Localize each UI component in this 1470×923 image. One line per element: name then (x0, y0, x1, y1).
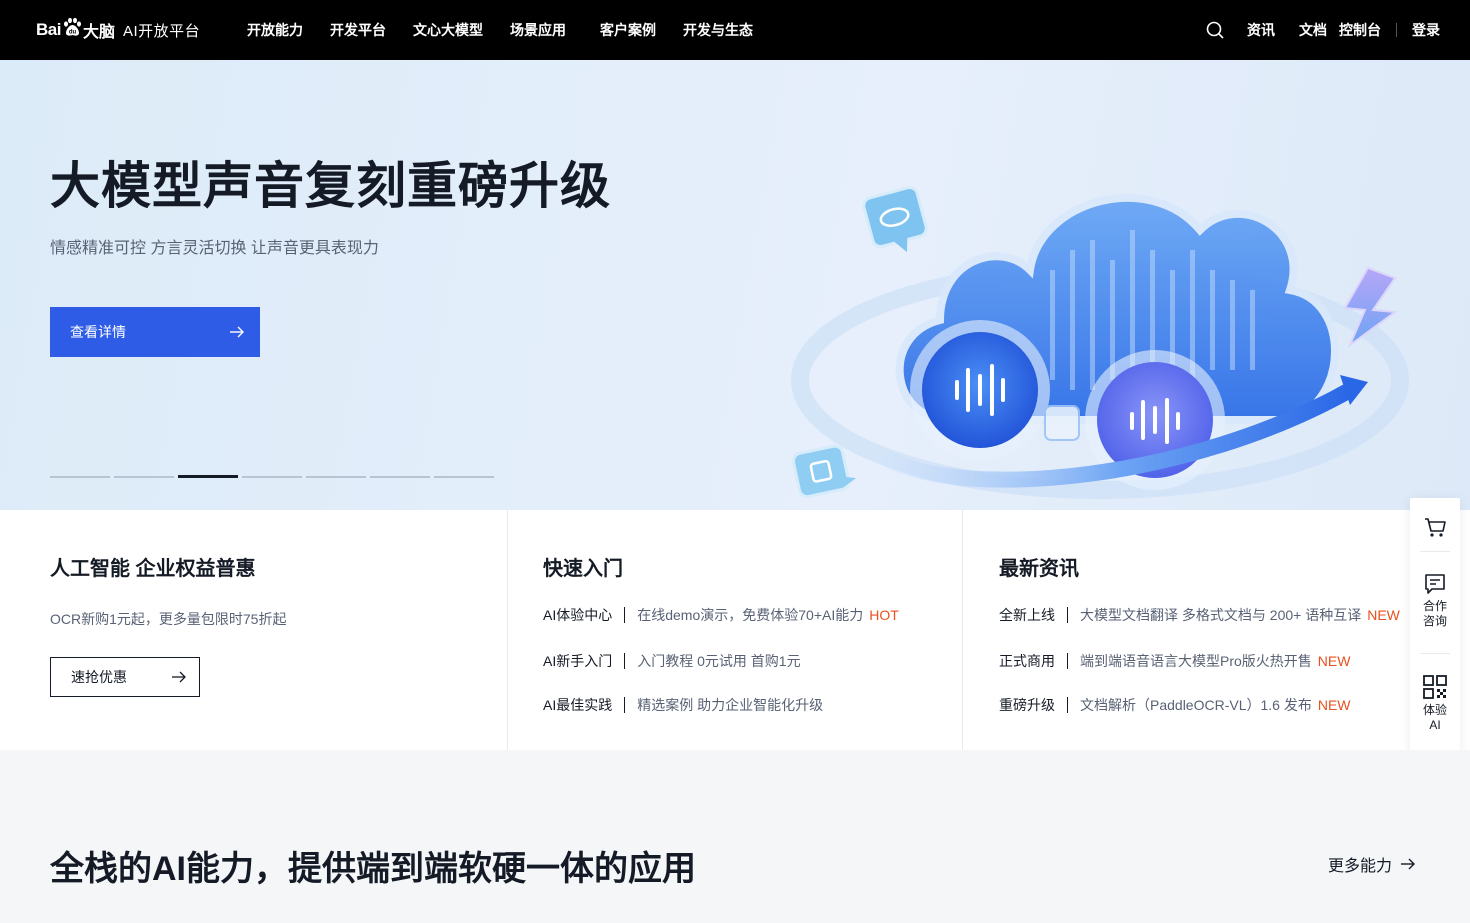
promo-card-desc: OCR新购1元起，更多量包限时75折起 (50, 611, 287, 627)
hero-banner: 大模型声音复刻重磅升级 情感精准可控 方言灵活切换 让声音更具表现力 查看详情 (0, 60, 1470, 510)
grab-discount-button[interactable]: 速抢优惠 (50, 657, 200, 697)
new-tag: NEW (1317, 653, 1351, 669)
panel-divider (1420, 551, 1450, 552)
try-ai-label-1: 体验 (1422, 703, 1447, 717)
arrow-right-icon (1401, 858, 1416, 870)
search-icon[interactable] (1205, 20, 1225, 40)
more-capabilities-label: 更多能力 (1328, 858, 1393, 875)
consult-label-2: 咨询 (1422, 614, 1447, 628)
news-row[interactable]: 重磅升级 文档解析（PaddleOCR-VL）1.6 发布 NEW (999, 695, 1351, 715)
row-value: 大模型文档翻译 多格式文档与 200+ 语种互译 (1080, 607, 1362, 623)
quick-start-row[interactable]: AI最佳实践 精选案例 助力企业智能化升级 (543, 695, 823, 715)
nav-news-link[interactable]: 资讯 (1247, 20, 1275, 40)
carousel-dot[interactable] (306, 476, 366, 478)
carousel-dot[interactable] (242, 476, 302, 478)
nav-item-customer-cases[interactable]: 客户案例 (600, 20, 656, 40)
baidu-ai-logo[interactable]: Bai du 大脑 AI开放平台 (36, 14, 200, 46)
qr-code-icon (1423, 675, 1447, 699)
nav-item-open-capabilities[interactable]: 开放能力 (247, 20, 303, 40)
new-tag: NEW (1317, 697, 1351, 713)
more-capabilities-link[interactable]: 更多能力 (1328, 852, 1416, 876)
row-value: 在线demo演示，免费体验70+AI能力 (637, 607, 864, 623)
arrow-right-icon (172, 671, 186, 683)
quick-start-row[interactable]: AI体验中心 在线demo演示，免费体验70+AI能力 HOT (543, 605, 899, 625)
new-tag: NEW (1367, 607, 1400, 623)
row-key: 全新上线 (999, 607, 1055, 623)
try-ai-button[interactable]: 体验 AI (1410, 674, 1460, 733)
hero-subtitle: 情感精准可控 方言灵活切换 让声音更具表现力 (50, 240, 379, 257)
nav-item-dev-ecosystem[interactable]: 开发与生态 (683, 20, 753, 40)
voice-cloud-illustration (791, 186, 1409, 499)
consult-label-1: 合作 (1422, 599, 1447, 613)
info-cards: 人工智能 企业权益普惠 OCR新购1元起，更多量包限时75折起 速抢优惠 快速入… (0, 510, 1470, 750)
carousel-dot-active[interactable] (178, 475, 238, 478)
row-key: AI体验中心 (543, 607, 613, 623)
row-divider (1067, 697, 1068, 713)
row-value: 精选案例 助力企业智能化升级 (637, 697, 824, 713)
cart-icon (1425, 518, 1446, 537)
quick-start-row[interactable]: AI新手入门 入门教程 0元试用 首购1元 (543, 651, 801, 671)
arrow-right-icon (230, 326, 244, 338)
hot-tag: HOT (869, 607, 899, 623)
row-divider (1067, 653, 1068, 669)
row-value: 入门教程 0元试用 首购1元 (637, 653, 801, 669)
news-row[interactable]: 正式商用 端到端语音语言大模型Pro版火热开售 NEW (999, 651, 1350, 671)
promo-card-title: 人工智能 企业权益普惠 (50, 558, 256, 580)
nav-docs-link[interactable]: 文档 (1299, 20, 1327, 40)
nav-item-scenario-apps[interactable]: 场景应用 (510, 20, 566, 40)
nav-divider (1396, 23, 1397, 37)
capabilities-section: 全栈的AI能力，提供端到端软硬一体的应用 更多能力 (0, 750, 1470, 923)
latest-news-title: 最新资讯 (999, 558, 1079, 580)
logo-text-bai: Bai (36, 20, 61, 39)
carousel-dot[interactable] (114, 476, 174, 478)
carousel-dot[interactable] (370, 476, 430, 478)
carousel-dot[interactable] (50, 476, 110, 478)
latest-news-card: 最新资讯 全新上线 大模型文档翻译 多格式文档与 200+ 语种互译 NEW 正… (963, 510, 1470, 750)
row-divider (1067, 607, 1068, 623)
logo-platform-text: AI开放平台 (122, 22, 201, 40)
row-divider (624, 607, 626, 623)
top-nav: Bai du 大脑 AI开放平台 开放能力 开发平台 文心大模型 场景应用 客户… (0, 0, 1470, 60)
grab-discount-label: 速抢优惠 (71, 669, 127, 685)
promo-card: 人工智能 企业权益普惠 OCR新购1元起，更多量包限时75折起 速抢优惠 (0, 510, 508, 750)
capabilities-title: 全栈的AI能力，提供端到端软硬一体的应用 (50, 850, 696, 888)
row-value: 端到端语音语言大模型Pro版火热开售 (1080, 653, 1312, 669)
nav-item-ernie-model[interactable]: 文心大模型 (413, 20, 483, 40)
paw-logo-icon: du (63, 17, 81, 36)
row-key: 重磅升级 (999, 697, 1055, 713)
logo-text-cn: 大脑 (82, 24, 115, 41)
row-key: AI最佳实践 (543, 697, 613, 713)
row-divider (624, 653, 626, 669)
quick-start-title: 快速入门 (543, 558, 623, 580)
view-details-label: 查看详情 (70, 324, 126, 340)
try-ai-label-2: AI (1429, 718, 1441, 732)
carousel-indicators (50, 475, 498, 478)
floating-side-panel: 合作 咨询 体验 AI (1410, 498, 1460, 756)
nav-console-link[interactable]: 控制台 (1339, 20, 1381, 40)
row-divider (624, 697, 626, 713)
cart-button[interactable] (1410, 515, 1460, 539)
login-link[interactable]: 登录 (1412, 20, 1440, 40)
consult-button[interactable]: 合作 咨询 (1410, 572, 1460, 629)
chat-icon (1425, 574, 1445, 594)
quick-start-card: 快速入门 AI体验中心 在线demo演示，免费体验70+AI能力 HOT AI新… (508, 510, 963, 750)
news-row[interactable]: 全新上线 大模型文档翻译 多格式文档与 200+ 语种互译 NEW (999, 605, 1400, 625)
panel-divider (1420, 653, 1450, 654)
svg-text:du: du (69, 30, 77, 36)
hero-title: 大模型声音复刻重磅升级 (50, 158, 611, 214)
row-key: 正式商用 (999, 653, 1055, 669)
view-details-button[interactable]: 查看详情 (50, 307, 260, 357)
carousel-dot[interactable] (434, 476, 494, 478)
nav-item-dev-platform[interactable]: 开发平台 (330, 20, 386, 40)
nav-right: 资讯 文档 控制台 登录 (1205, 0, 1440, 60)
main-menu: 开放能力 开发平台 文心大模型 场景应用 客户案例 开发与生态 (247, 0, 780, 60)
row-key: AI新手入门 (543, 653, 613, 669)
row-value: 文档解析（PaddleOCR-VL）1.6 发布 (1080, 697, 1312, 713)
